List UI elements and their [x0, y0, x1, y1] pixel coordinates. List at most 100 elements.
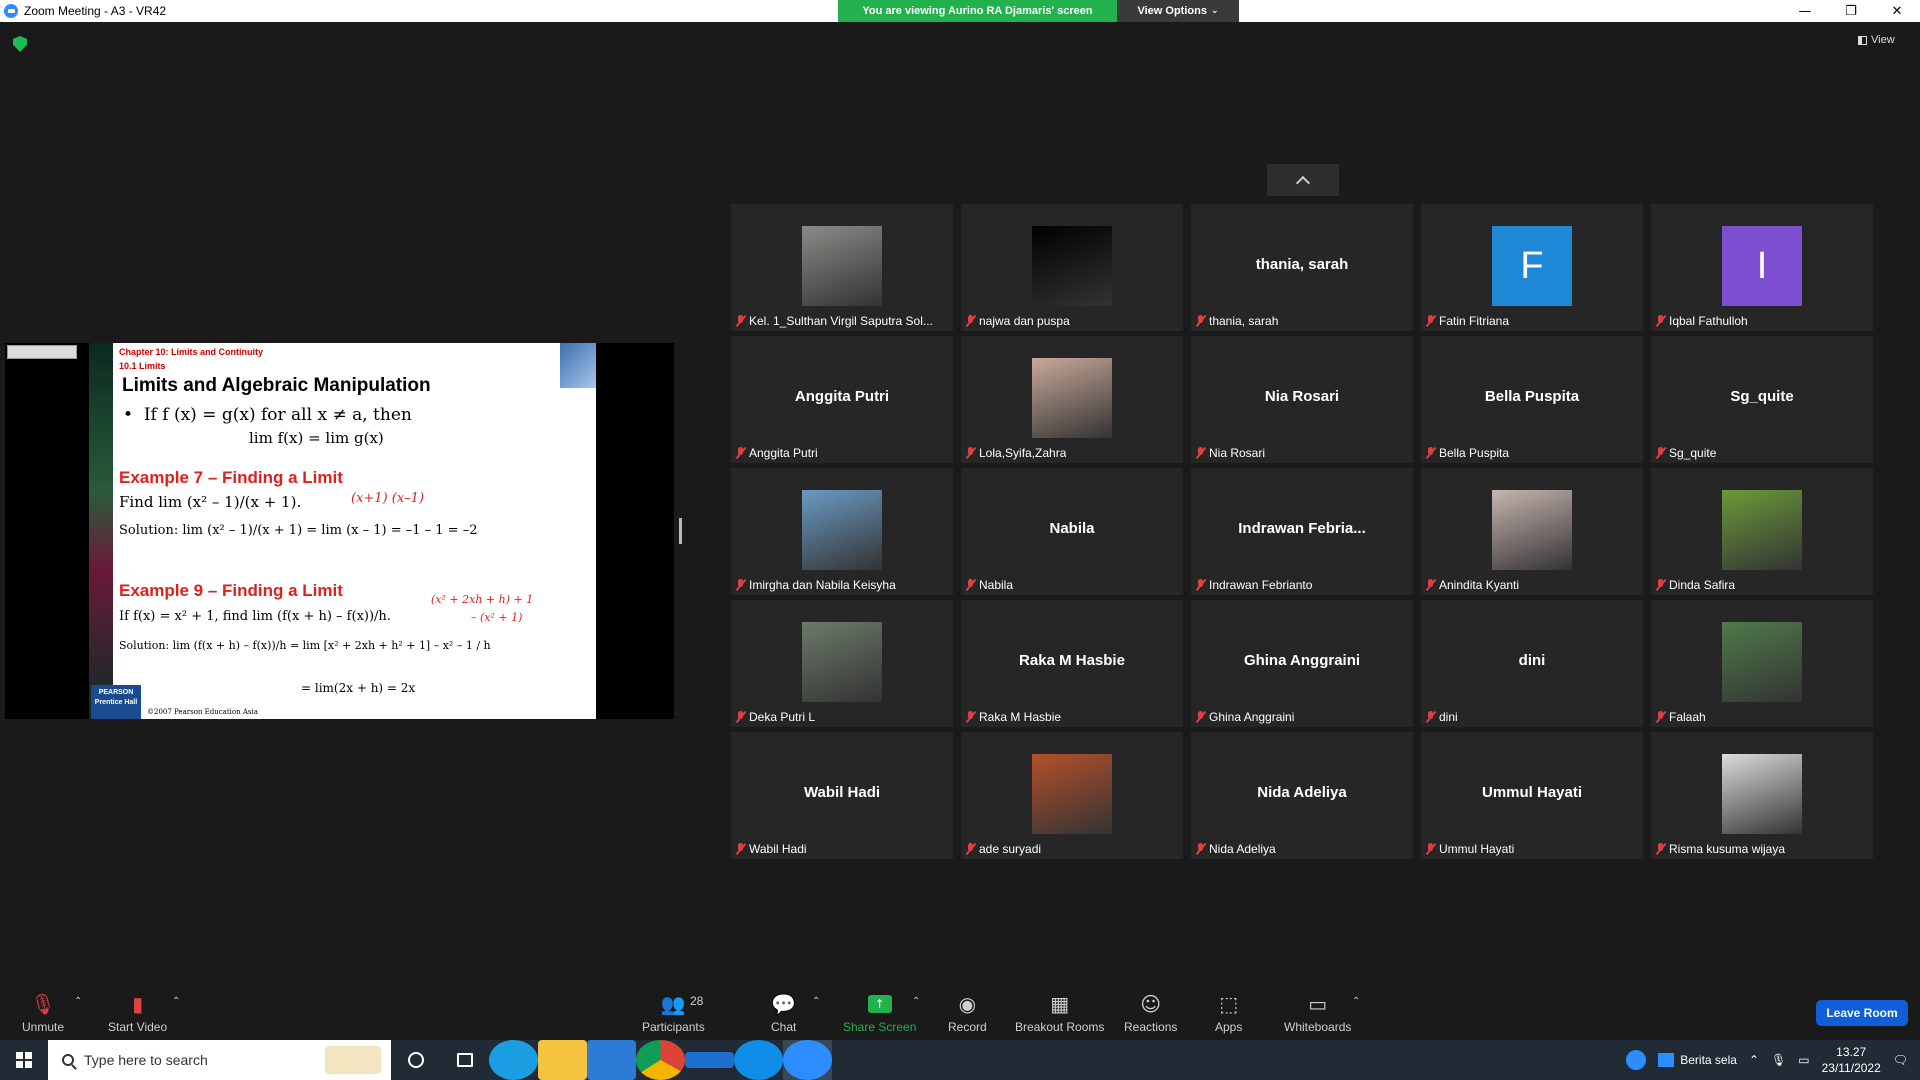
taskbar-search-box[interactable]: Type here to search	[48, 1040, 391, 1080]
view-button[interactable]: View	[1858, 34, 1895, 46]
breakout-rooms-button[interactable]: ▦ Breakout Rooms	[1015, 992, 1104, 1034]
apps-button[interactable]: ⬚ Apps	[1215, 992, 1242, 1034]
whiteboards-label: Whiteboards	[1284, 1020, 1352, 1034]
muted-mic-icon	[966, 843, 975, 855]
participant-tile[interactable]: Sg_quite Sg_quite	[1651, 336, 1873, 463]
tray-expand-icon[interactable]: ⌃	[1749, 1053, 1759, 1067]
participant-tile[interactable]: Kel. 1_Sulthan Virgil Saputra Sol...	[731, 204, 953, 331]
start-button[interactable]	[0, 1040, 48, 1080]
mail-icon	[685, 1052, 734, 1068]
participant-label: dini	[1426, 710, 1458, 724]
view-options-label: View Options	[1137, 5, 1207, 17]
participant-tile[interactable]: ade suryadi	[961, 732, 1183, 859]
participant-name: dini	[1439, 710, 1458, 724]
example-9-title: Example 9 – Finding a Limit	[119, 581, 343, 600]
participant-tile[interactable]: F Fatin Fitriana	[1421, 204, 1643, 331]
presentation-slide: Chapter 10: Limits and Continuity 10.1 L…	[89, 343, 596, 719]
participant-display-name: dini	[1518, 652, 1546, 669]
zoom-taskbar-button[interactable]	[783, 1040, 832, 1080]
share-options-caret[interactable]: ⌃	[912, 996, 920, 1007]
system-clock[interactable]: 13.27 23/11/2022	[1822, 1044, 1881, 1076]
network-icon[interactable]: ▭	[1798, 1053, 1809, 1067]
participant-photo	[1492, 490, 1572, 570]
chrome-button[interactable]	[636, 1040, 685, 1080]
participant-tile[interactable]: Falaah	[1651, 600, 1873, 727]
slide-decoration	[89, 343, 113, 719]
task-view-button[interactable]	[440, 1040, 489, 1080]
search-placeholder: Type here to search	[84, 1052, 208, 1068]
participant-display-name: Nida Adeliya	[1257, 784, 1347, 801]
participant-tile[interactable]: Nia Rosari Nia Rosari	[1191, 336, 1413, 463]
muted-mic-icon: 🎙	[30, 992, 56, 1016]
participant-label: Iqbal Fathulloh	[1656, 314, 1748, 328]
participant-tile[interactable]: Anindita Kyanti	[1421, 468, 1643, 595]
participant-label: Imirgha dan Nabila Keisyha	[736, 578, 896, 592]
participant-tile[interactable]: thania, sarah thania, sarah	[1191, 204, 1413, 331]
record-button[interactable]: ◉ Record	[948, 992, 987, 1034]
participant-tile[interactable]: Nabila Nabila	[961, 468, 1183, 595]
chat-button[interactable]: 💬 Chat	[771, 992, 796, 1034]
participant-tile[interactable]: Bella Puspita Bella Puspita	[1421, 336, 1643, 463]
video-options-caret[interactable]: ⌃	[172, 996, 180, 1007]
participant-label: Anggita Putri	[736, 446, 818, 460]
mail-button[interactable]	[685, 1040, 734, 1080]
close-button[interactable]: ✕	[1874, 0, 1920, 22]
edge-icon	[489, 1040, 538, 1080]
participant-tile[interactable]: Anggita Putri Anggita Putri	[731, 336, 953, 463]
cortana-button[interactable]	[391, 1040, 440, 1080]
unmute-button[interactable]: 🎙 Unmute	[22, 992, 64, 1034]
participant-tile[interactable]: Deka Putri L	[731, 600, 953, 727]
store-button[interactable]	[587, 1040, 636, 1080]
restore-button[interactable]: ❐	[1828, 0, 1874, 22]
participant-tile[interactable]: Wabil Hadi Wabil Hadi	[731, 732, 953, 859]
participant-label: Sg_quite	[1656, 446, 1716, 460]
participant-tile[interactable]: Ghina Anggraini Ghina Anggraini	[1191, 600, 1413, 727]
participant-label: Indrawan Febrianto	[1196, 578, 1312, 592]
muted-mic-icon	[1656, 843, 1665, 855]
participant-label: najwa dan puspa	[966, 314, 1070, 328]
edge-button[interactable]	[489, 1040, 538, 1080]
participant-tile[interactable]: Risma kusuma wijaya	[1651, 732, 1873, 859]
participant-tile[interactable]: I Iqbal Fathulloh	[1651, 204, 1873, 331]
windows-logo-icon	[16, 1052, 32, 1068]
participant-tile[interactable]: dini dini	[1421, 600, 1643, 727]
start-video-button[interactable]: ▮ Start Video	[108, 992, 167, 1034]
publisher-logo: PEARSON Prentice Hall	[91, 685, 141, 719]
participant-name: Nia Rosari	[1209, 446, 1266, 460]
participant-tile[interactable]: Imirgha dan Nabila Keisyha	[731, 468, 953, 595]
chat-options-caret[interactable]: ⌃	[812, 996, 820, 1007]
handwritten-note-c: – (x² + 1)	[471, 611, 523, 624]
notifications-icon[interactable]: 🗨	[1893, 1053, 1908, 1067]
encryption-shield-icon[interactable]	[13, 36, 27, 52]
participant-tile[interactable]: Raka M Hasbie Raka M Hasbie	[961, 600, 1183, 727]
store-icon	[587, 1040, 636, 1080]
participant-tile[interactable]: najwa dan puspa	[961, 204, 1183, 331]
minimize-button[interactable]: —	[1782, 0, 1828, 22]
participant-photo	[1722, 622, 1802, 702]
video-off-icon: ▮	[132, 992, 144, 1016]
participant-tile[interactable]: Lola,Syifa,Zahra	[961, 336, 1183, 463]
participant-tile[interactable]: Nida Adeliya Nida Adeliya	[1191, 732, 1413, 859]
news-widget[interactable]: Berita sela	[1658, 1053, 1737, 1067]
whiteboards-button[interactable]: ▭ Whiteboards	[1284, 992, 1351, 1034]
windows-taskbar: Type here to search Berita sela ⌃ 🎙 ▭ 13…	[0, 1040, 1920, 1080]
microphone-icon[interactable]: 🎙	[1771, 1053, 1786, 1067]
splitter-handle[interactable]	[679, 518, 682, 544]
collapse-gallery-button[interactable]	[1267, 164, 1339, 196]
participant-photo	[1032, 754, 1112, 834]
participant-tile[interactable]: Dinda Safira	[1651, 468, 1873, 595]
whiteboard-options-caret[interactable]: ⌃	[1352, 996, 1360, 1007]
help-icon[interactable]	[1626, 1050, 1647, 1070]
participant-photo	[802, 622, 882, 702]
file-explorer-button[interactable]	[538, 1040, 587, 1080]
audio-options-caret[interactable]: ⌃	[74, 996, 82, 1007]
teamviewer-button[interactable]	[734, 1040, 783, 1080]
search-icon	[62, 1054, 74, 1066]
muted-mic-icon	[1426, 843, 1435, 855]
reactions-button[interactable]: ☺ Reactions	[1124, 992, 1177, 1034]
leave-room-button[interactable]: Leave Room	[1816, 1000, 1908, 1026]
share-screen-button[interactable]: ↑ Share Screen	[843, 992, 916, 1034]
participant-tile[interactable]: Indrawan Febria... Indrawan Febrianto	[1191, 468, 1413, 595]
participant-tile[interactable]: Ummul Hayati Ummul Hayati	[1421, 732, 1643, 859]
view-options-button[interactable]: View Options ⌄	[1117, 0, 1239, 22]
